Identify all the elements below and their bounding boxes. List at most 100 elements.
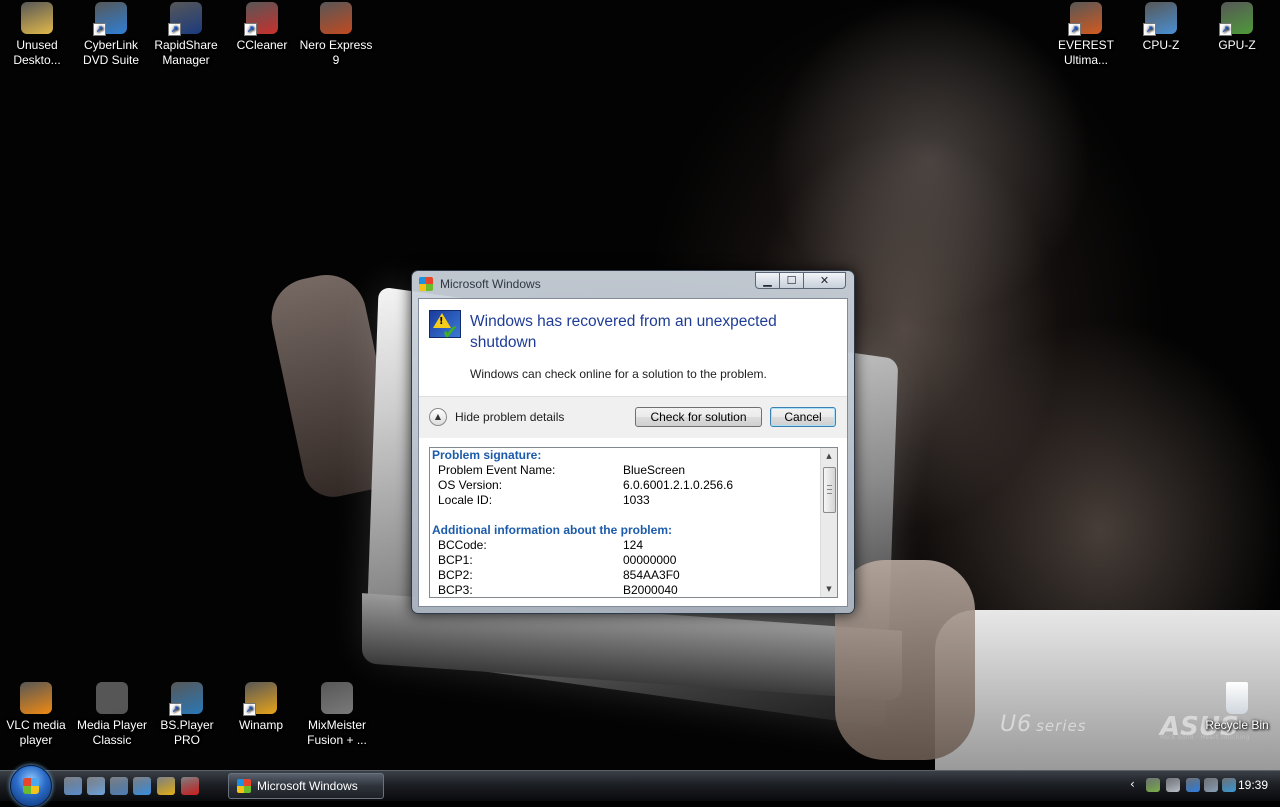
icon-label[interactable]: Recycle Bin [1199,718,1275,733]
cancel-button[interactable]: Cancel [770,407,836,427]
desktop-shortcut[interactable]: Nero Express 9 [298,0,374,68]
desktop-shortcut[interactable]: Unused Deskto... [0,0,75,68]
icon-label[interactable]: CCleaner [224,38,300,53]
hide-details-label[interactable]: Hide problem details [455,410,564,424]
chrome-icon[interactable] [157,777,175,795]
desktop-shortcut[interactable]: ↗ CyberLink DVD Suite [73,0,149,68]
show-desktop-icon[interactable] [64,777,82,795]
icon-label-line2[interactable]: Ultima... [1048,53,1124,68]
gpu-z-icon[interactable]: ↗ [1219,2,1253,36]
details-scrollbar[interactable]: ▲ ▼ [820,448,837,597]
details-row: Problem Event Name: BlueScreen [430,463,820,478]
desktop-shortcut[interactable]: Media Player Classic [74,680,150,748]
display-icon[interactable] [1166,778,1180,792]
wallpaper-hand-right [835,560,975,760]
wallpaper-series-text: U6 series [1000,712,1087,737]
desktop-shortcut[interactable]: ↗ BS.Player PRO [149,680,225,748]
desktop-shortcut[interactable]: ↗ GPU-Z [1199,0,1275,53]
icon-label-line2[interactable]: DVD Suite [73,53,149,68]
clock[interactable]: 19:39 [1238,778,1268,792]
windows-logo-icon [237,779,251,793]
close-button[interactable]: ✕ [803,272,846,289]
bluetooth-icon[interactable] [1186,778,1200,792]
icon-label-line2[interactable]: 9 [298,53,374,68]
taskbar-item-microsoft-windows[interactable]: Microsoft Windows [228,773,384,799]
problem-signature-title: Problem signature: [432,448,542,462]
ccleaner-icon[interactable]: ↗ [244,2,278,36]
error-dialog: Microsoft Windows ▁ ☐ ✕ ! ✔ Windows has r… [411,270,855,614]
icon-label[interactable]: Media Player [74,718,150,733]
cyberlink-dvd-icon[interactable]: ↗ [93,2,127,36]
problem-details-box[interactable]: Problem signature: Problem Event Name: Bl… [429,447,838,598]
chevron-up-icon[interactable]: ▲ [429,408,447,426]
switch-windows-icon[interactable] [87,777,105,795]
maximize-button[interactable]: ☐ [779,272,804,289]
connection-icon[interactable] [1204,778,1218,792]
desktop-shortcut[interactable]: VLC media player [0,680,74,748]
nero-express-icon[interactable] [320,2,352,34]
icon-label[interactable]: BS.Player [149,718,225,733]
opera-icon[interactable] [181,777,199,795]
hide-details-toggle[interactable]: ▲ Hide problem details [429,408,564,426]
details-key: BCCode: [438,538,487,552]
dialog-titlebar[interactable]: Microsoft Windows ▁ ☐ ✕ [412,271,854,297]
icon-label-line2[interactable]: PRO [149,733,225,748]
details-key: BCP1: [438,553,473,567]
recovery-warning-icon: ! ✔ [429,310,461,342]
network-globe-icon[interactable] [1146,778,1160,792]
icon-label[interactable]: EVEREST [1048,38,1124,53]
icon-label-line2[interactable]: Deskto... [0,53,75,68]
desktop-shortcut[interactable]: ↗ CCleaner [224,0,300,53]
winamp-icon[interactable]: ↗ [243,682,277,716]
mixmeister-icon[interactable] [321,682,353,714]
additional-info-rows: BCCode: 124 BCP1: 00000000 BCP2: 854AA3F0 BCP3… [430,538,820,597]
desktop-shortcut[interactable]: ↗ Winamp [223,680,299,733]
desktop-shortcut[interactable]: Recycle Bin [1199,680,1275,733]
folder-icon[interactable] [21,2,53,34]
icon-label[interactable]: CPU-Z [1123,38,1199,53]
icon-label[interactable]: Unused [0,38,75,53]
everest-icon[interactable]: ↗ [1068,2,1102,36]
bsplayer-icon[interactable]: ↗ [169,682,203,716]
icon-label[interactable]: MixMeister [299,718,375,733]
taskbar-item-label: Microsoft Windows [257,779,358,793]
recycle-bin-icon[interactable] [1226,682,1248,714]
icon-label[interactable]: CyberLink [73,38,149,53]
media-player-classic-icon[interactable] [96,682,128,714]
start-button[interactable] [10,765,52,807]
scroll-down-arrow-icon[interactable]: ▼ [821,581,837,597]
internet-explorer-icon[interactable] [133,777,151,795]
icon-label[interactable]: RapidShare [148,38,224,53]
tray-expand-chevron-icon[interactable]: ‹ [1130,777,1135,791]
check-for-solution-button[interactable]: Check for solution [635,407,762,427]
icon-label[interactable]: VLC media [0,718,74,733]
details-value: B2000040 [623,583,678,597]
desktop-shortcut[interactable]: MixMeister Fusion + ... [299,680,375,748]
details-key: BCP2: [438,568,473,582]
icon-label[interactable]: GPU-Z [1199,38,1275,53]
icon-label-line2[interactable]: Fusion + ... [299,733,375,748]
desktop-shortcut[interactable]: ↗ RapidShare Manager [148,0,224,68]
minimize-button[interactable]: ▁ [755,272,780,289]
vlc-icon[interactable] [20,682,52,714]
icon-label[interactable]: Nero Express [298,38,374,53]
shortcut-arrow-icon: ↗ [244,23,257,36]
icon-label[interactable]: Winamp [223,718,299,733]
scroll-up-arrow-icon[interactable]: ▲ [821,448,837,464]
remote-desktop-icon[interactable] [110,777,128,795]
details-key: Locale ID: [438,493,493,507]
shortcut-arrow-icon: ↗ [1068,23,1081,36]
rapidshare-icon[interactable]: ↗ [168,2,202,36]
dialog-subtext: Windows can check online for a solution … [470,367,767,381]
dialog-body: ! ✔ Windows has recovered from an unexpec… [418,298,848,607]
desktop-shortcut[interactable]: ↗ EVEREST Ultima... [1048,0,1124,68]
cpu-z-icon[interactable]: ↗ [1143,2,1177,36]
details-row: Locale ID: 1033 [430,493,820,508]
desktop-shortcut[interactable]: ↗ CPU-Z [1123,0,1199,53]
update-icon[interactable] [1222,778,1236,792]
icon-label-line2[interactable]: player [0,733,74,748]
shortcut-arrow-icon: ↗ [93,23,106,36]
icon-label-line2[interactable]: Manager [148,53,224,68]
scroll-thumb[interactable] [823,467,836,513]
icon-label-line2[interactable]: Classic [74,733,150,748]
